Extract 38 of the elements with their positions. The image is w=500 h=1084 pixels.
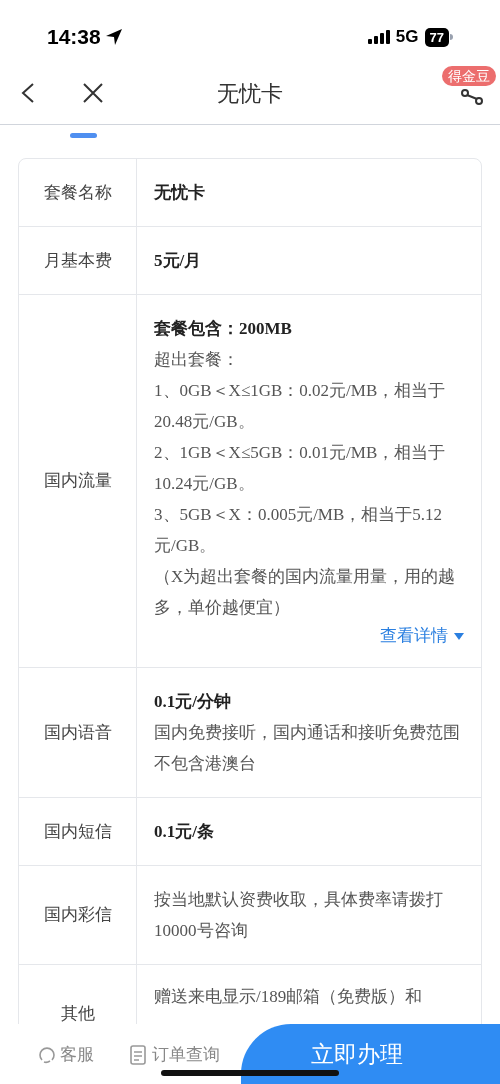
- value-text: （X为超出套餐的国内流量用量，用的越多，单价越便宜）: [154, 566, 457, 619]
- close-icon[interactable]: [82, 82, 104, 104]
- value-text: 0.1元/条: [154, 821, 215, 843]
- network-label: 5G: [395, 26, 419, 49]
- value-text: 3、5GB＜X：0.005元/MB，相当于5.12元/GB。: [154, 504, 444, 557]
- clock-time: 14:38: [47, 24, 101, 51]
- reward-badge: 得金豆: [442, 66, 496, 86]
- tab-indicator: [70, 133, 97, 138]
- value-text: 1、0GB＜X≤1GB：0.02元/MB，相当于20.48元/GB。: [154, 380, 447, 433]
- chat-icon: [38, 1045, 56, 1064]
- value-text: 无忧卡: [154, 182, 206, 204]
- value-text: 5元/月: [154, 250, 203, 272]
- back-icon[interactable]: [20, 82, 36, 104]
- value-text: 赠送来电显示/189邮箱（免费版）和: [154, 986, 424, 1008]
- share-icon[interactable]: [460, 89, 484, 105]
- orders-link[interactable]: 订单查询: [130, 1042, 220, 1068]
- location-arrow-icon: [104, 28, 123, 46]
- row-label: 国内彩信: [19, 866, 137, 964]
- service-link[interactable]: 客服: [38, 1042, 94, 1068]
- document-icon: [130, 1044, 146, 1065]
- row-label: 套餐名称: [19, 159, 137, 226]
- row-label: 国内语音: [19, 668, 137, 797]
- battery-level: 77: [424, 27, 449, 47]
- value-text: 0.1元/分钟: [154, 691, 232, 713]
- value-text: 2、1GB＜X≤5GB：0.01元/MB，相当于10.24元/GB。: [154, 442, 447, 495]
- row-label: 国内短信: [19, 798, 137, 865]
- apply-button[interactable]: 立即办理: [241, 1024, 500, 1084]
- signal-icon: [367, 30, 390, 44]
- details-link[interactable]: 查看详情: [380, 623, 464, 649]
- row-label: 月基本费: [19, 227, 137, 294]
- value-text: 按当地默认资费收取，具体费率请拨打10000号咨询: [154, 889, 444, 942]
- value-text: 套餐包含：200MB: [154, 318, 293, 340]
- value-text: 国内免费接听，国内通话和接听免费范围不包含港澳台: [154, 722, 461, 775]
- caret-icon: [454, 632, 464, 640]
- row-label: 其他: [19, 965, 137, 1024]
- row-label: 国内流量: [19, 295, 137, 667]
- value-text: 超出套餐：: [154, 349, 240, 371]
- page-title: 无忧卡: [217, 80, 283, 108]
